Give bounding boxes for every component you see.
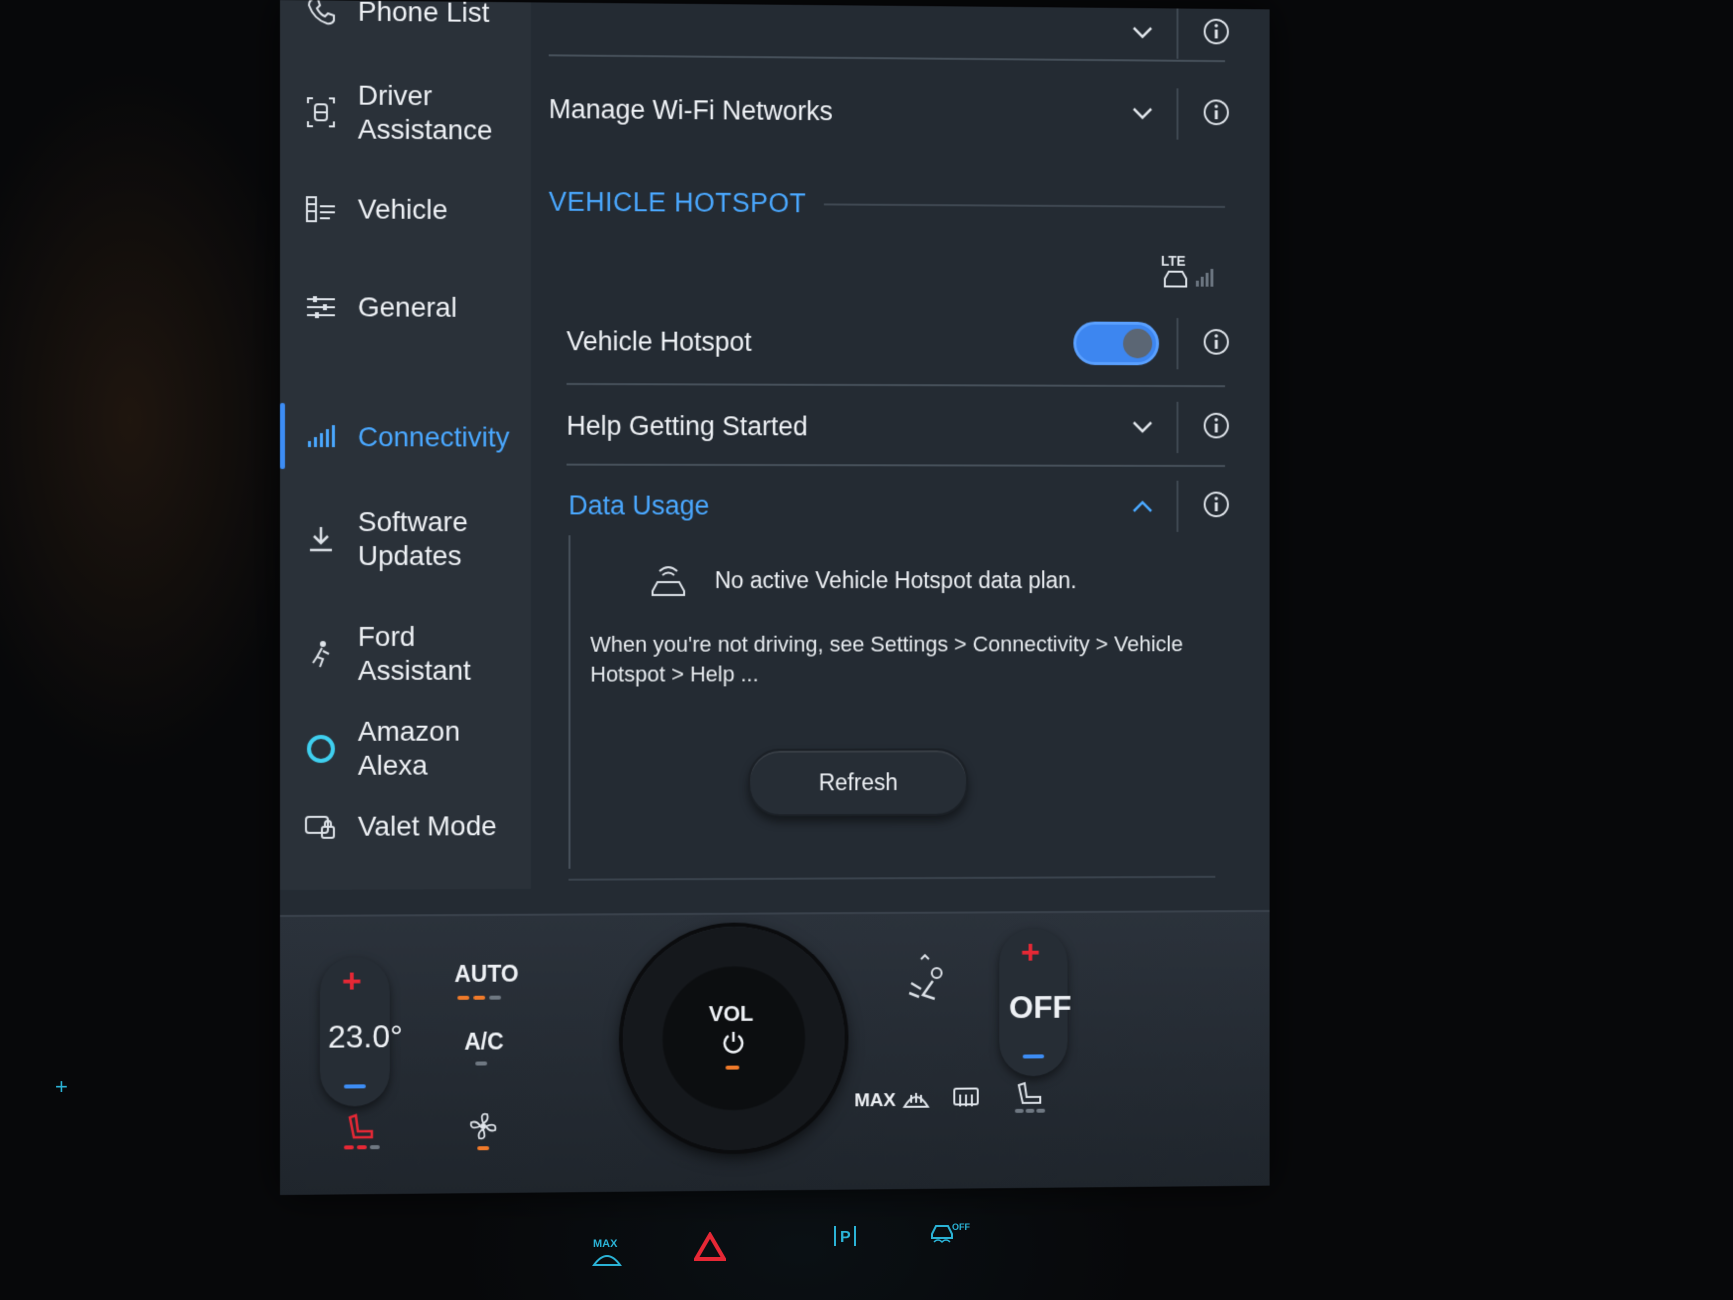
- manage-wifi-label: Manage Wi-Fi Networks: [548, 93, 833, 126]
- rear-defrost-icon[interactable]: [952, 1087, 979, 1116]
- valet-icon: [302, 808, 340, 846]
- sidebar-item-label: Ford Assistant: [357, 620, 471, 686]
- volume-knob[interactable]: VOL: [622, 926, 845, 1151]
- row-vehicle-hotspot[interactable]: Vehicle Hotspot: [549, 301, 1235, 383]
- driver-assist-icon: [302, 93, 340, 131]
- parking-icon[interactable]: P: [832, 1222, 858, 1255]
- signal-bars-icon: [302, 418, 340, 456]
- sidebar-item-label: Valet Mode: [357, 810, 497, 842]
- sidebar-item-general[interactable]: General: [302, 288, 527, 327]
- row-manage-wifi[interactable]: Manage Wi-Fi Networks: [549, 64, 1235, 158]
- connectivity-panel: Manage Wi-Fi Networks VEHICLE HOTSPOT LT…: [548, 3, 1245, 889]
- refresh-button[interactable]: Refresh: [748, 748, 968, 817]
- chevron-down-icon[interactable]: [1126, 16, 1159, 50]
- info-icon[interactable]: [1202, 17, 1235, 51]
- lte-label: LTE: [1161, 253, 1186, 269]
- help-text: When you're not driving, see Settings > …: [590, 631, 1183, 687]
- sidebar-item-label: Connectivity: [357, 421, 510, 453]
- settings-sidebar: Phone List Driver Assistance Vehicle Gen…: [280, 0, 531, 890]
- download-icon: [302, 520, 340, 558]
- driver-seat-heat-icon[interactable]: [338, 1111, 386, 1158]
- svg-text:OFF: OFF: [952, 1222, 970, 1232]
- info-icon[interactable]: [1202, 490, 1235, 524]
- info-icon[interactable]: [1202, 327, 1235, 361]
- sidebar-item-label: Amazon Alexa: [357, 715, 461, 781]
- chevron-down-icon[interactable]: [1126, 97, 1159, 131]
- max-defrost-button[interactable]: MAX: [854, 1090, 895, 1112]
- passenger-temperature-value: OFF: [1009, 989, 1072, 1025]
- chevron-up-icon[interactable]: [1126, 489, 1159, 523]
- plan-message-text: No active Vehicle Hotspot data plan.: [714, 566, 1077, 593]
- ac-button[interactable]: A/C: [464, 1028, 503, 1055]
- traction-off-icon[interactable]: OFF: [928, 1218, 972, 1251]
- sidebar-item-phone-list[interactable]: Phone List: [302, 0, 527, 32]
- sidebar-item-label: Driver Assistance: [357, 79, 493, 146]
- sidebar-item-amazon-alexa[interactable]: Amazon Alexa: [302, 715, 527, 783]
- row-bluetooth[interactable]: [549, 3, 1235, 59]
- vehicle-hotspot-label: Vehicle Hotspot: [566, 325, 752, 357]
- sidebar-item-ford-assistant[interactable]: Ford Assistant: [302, 620, 527, 688]
- section-header-vehicle-hotspot: VEHICLE HOTSPOT: [548, 186, 1226, 222]
- hazard-icon[interactable]: [692, 1231, 728, 1267]
- temp-up-icon[interactable]: +: [342, 963, 362, 1002]
- help-label: Help Getting Started: [566, 410, 808, 441]
- vehicle-icon: [302, 190, 340, 228]
- temp-up-icon[interactable]: +: [1021, 934, 1040, 973]
- airflow-driver-icon[interactable]: [903, 953, 954, 1018]
- data-usage-panel: No active Vehicle Hotspot data plan. Whe…: [568, 535, 1218, 869]
- hotspot-car-icon: [648, 563, 689, 597]
- passenger-seat-heat-icon[interactable]: [1011, 1079, 1050, 1120]
- sidebar-item-connectivity[interactable]: Connectivity: [302, 418, 527, 456]
- temp-down-icon[interactable]: [343, 1084, 366, 1089]
- max-front-defrost-physical-icon[interactable]: MAX: [590, 1235, 624, 1274]
- alexa-ring-icon: [302, 730, 340, 768]
- no-plan-message: No active Vehicle Hotspot data plan.: [648, 563, 1077, 597]
- lte-signal-indicator: LTE: [1161, 253, 1215, 293]
- fan-icon[interactable]: [467, 1110, 499, 1157]
- info-icon[interactable]: [1202, 411, 1235, 445]
- active-indicator: [280, 403, 285, 470]
- climate-control-bar: + 23.0° AUTO A/C VOL + OFF MAX: [280, 910, 1270, 1195]
- sidebar-item-driver-assistance[interactable]: Driver Assistance: [302, 78, 527, 148]
- data-usage-label: Data Usage: [568, 489, 710, 521]
- auto-button[interactable]: AUTO: [454, 961, 518, 988]
- temp-down-icon[interactable]: [1022, 1054, 1045, 1059]
- driver-temperature-control[interactable]: + 23.0°: [319, 956, 403, 1107]
- front-defrost-icon[interactable]: [901, 1087, 930, 1116]
- sidebar-item-label: Vehicle: [357, 193, 448, 225]
- info-icon[interactable]: [1202, 97, 1235, 131]
- sliders-icon: [302, 288, 340, 326]
- infotainment-screen: Phone List Driver Assistance Vehicle Gen…: [280, 0, 1270, 1195]
- power-icon: [722, 1030, 746, 1061]
- sidebar-item-software-updates[interactable]: Software Updates: [302, 505, 527, 573]
- assistant-icon: [302, 635, 340, 673]
- svg-text:MAX: MAX: [593, 1238, 618, 1250]
- sidebar-item-vehicle[interactable]: Vehicle: [302, 190, 527, 229]
- section-title: VEHICLE HOTSPOT: [548, 186, 807, 219]
- sidebar-item-label: Phone List: [357, 0, 490, 28]
- driver-temperature-value: 23.0°: [327, 1018, 403, 1055]
- svg-text:P: P: [840, 1229, 851, 1246]
- vehicle-hotspot-toggle[interactable]: [1073, 321, 1160, 366]
- sidebar-item-label: Software Updates: [357, 506, 468, 572]
- vol-label: VOL: [708, 1000, 754, 1027]
- row-help-getting-started[interactable]: Help Getting Started: [549, 386, 1235, 467]
- divider: [568, 875, 1216, 881]
- row-data-usage[interactable]: Data Usage: [549, 466, 1235, 546]
- phone-icon: [302, 0, 340, 31]
- chevron-down-icon[interactable]: [1126, 411, 1159, 445]
- sidebar-item-valet-mode[interactable]: Valet Mode: [302, 807, 527, 846]
- ambient-light-indicator: +: [55, 1074, 68, 1099]
- sidebar-item-label: General: [357, 291, 458, 323]
- passenger-temperature-control[interactable]: + OFF: [999, 927, 1071, 1077]
